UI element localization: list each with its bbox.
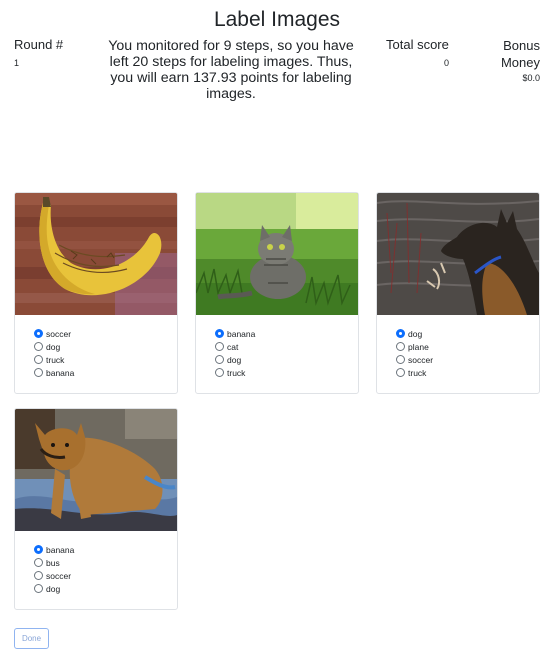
bonus-money-label: Bonus Money bbox=[500, 38, 540, 70]
option-label: truck bbox=[408, 367, 427, 378]
radio-icon[interactable] bbox=[34, 571, 43, 580]
banana-photo bbox=[15, 193, 177, 315]
option-banana[interactable]: banana bbox=[34, 366, 74, 379]
option-label: dog bbox=[408, 328, 423, 339]
option-plane[interactable]: plane bbox=[396, 340, 433, 353]
total-score-value: 0 bbox=[444, 58, 450, 68]
option-dog[interactable]: dog bbox=[215, 353, 255, 366]
radio-icon[interactable] bbox=[34, 368, 43, 377]
bonus-money-value: $0.0 bbox=[522, 73, 540, 83]
option-dog[interactable]: dog bbox=[34, 582, 74, 595]
option-label: banana bbox=[46, 367, 75, 378]
option-label: dog bbox=[46, 341, 61, 352]
option-banana[interactable]: banana bbox=[215, 327, 255, 340]
label-options: banana cat dog truck bbox=[215, 327, 255, 379]
radio-icon[interactable] bbox=[396, 355, 405, 364]
option-cat[interactable]: cat bbox=[215, 340, 255, 353]
option-label: soccer bbox=[46, 570, 72, 581]
option-banana[interactable]: banana bbox=[34, 543, 74, 556]
radio-icon[interactable] bbox=[34, 342, 43, 351]
option-label: cat bbox=[227, 341, 239, 352]
option-label: banana bbox=[46, 544, 75, 555]
page-title: Label Images bbox=[213, 8, 341, 31]
radio-checked-icon[interactable] bbox=[34, 329, 43, 338]
dog-on-bed-photo bbox=[15, 409, 177, 531]
option-label: soccer bbox=[408, 354, 434, 365]
option-label: soccer bbox=[46, 328, 72, 339]
option-label: truck bbox=[227, 367, 246, 378]
option-dog[interactable]: dog bbox=[396, 327, 433, 340]
label-options: dog plane soccer truck bbox=[396, 327, 433, 379]
radio-icon[interactable] bbox=[215, 342, 224, 351]
radio-icon[interactable] bbox=[215, 355, 224, 364]
round-value: 1 bbox=[14, 58, 20, 68]
radio-icon[interactable] bbox=[34, 584, 43, 593]
total-score-label: Total score bbox=[386, 37, 449, 52]
radio-checked-icon[interactable] bbox=[396, 329, 405, 338]
option-soccer[interactable]: soccer bbox=[396, 353, 433, 366]
radio-icon[interactable] bbox=[396, 342, 405, 351]
radio-checked-icon[interactable] bbox=[34, 545, 43, 554]
radio-icon[interactable] bbox=[396, 368, 405, 377]
instruction-message: You monitored for 9 steps, so you have l… bbox=[108, 38, 354, 102]
label-options: soccer dog truck banana bbox=[34, 327, 74, 379]
option-label: dog bbox=[46, 583, 61, 594]
option-truck[interactable]: truck bbox=[396, 366, 433, 379]
option-label: plane bbox=[408, 341, 429, 352]
radio-icon[interactable] bbox=[34, 355, 43, 364]
image-card: banana bus soccer dog bbox=[14, 408, 178, 610]
dog-by-water-photo bbox=[377, 193, 539, 315]
option-label: truck bbox=[46, 354, 65, 365]
option-truck[interactable]: truck bbox=[215, 366, 255, 379]
option-label: dog bbox=[227, 354, 242, 365]
option-label: banana bbox=[227, 328, 256, 339]
option-truck[interactable]: truck bbox=[34, 353, 74, 366]
option-dog[interactable]: dog bbox=[34, 340, 74, 353]
image-card: banana cat dog truck bbox=[195, 192, 359, 394]
option-label: bus bbox=[46, 557, 60, 568]
done-button[interactable]: Done bbox=[14, 628, 49, 649]
image-card: soccer dog truck banana bbox=[14, 192, 178, 394]
radio-icon[interactable] bbox=[215, 368, 224, 377]
label-options: banana bus soccer dog bbox=[34, 543, 74, 595]
cat-photo bbox=[196, 193, 358, 315]
option-soccer[interactable]: soccer bbox=[34, 327, 74, 340]
round-label: Round # bbox=[14, 37, 64, 52]
radio-checked-icon[interactable] bbox=[215, 329, 224, 338]
option-bus[interactable]: bus bbox=[34, 556, 74, 569]
radio-icon[interactable] bbox=[34, 558, 43, 567]
image-card: dog plane soccer truck bbox=[376, 192, 540, 394]
option-soccer[interactable]: soccer bbox=[34, 569, 74, 582]
